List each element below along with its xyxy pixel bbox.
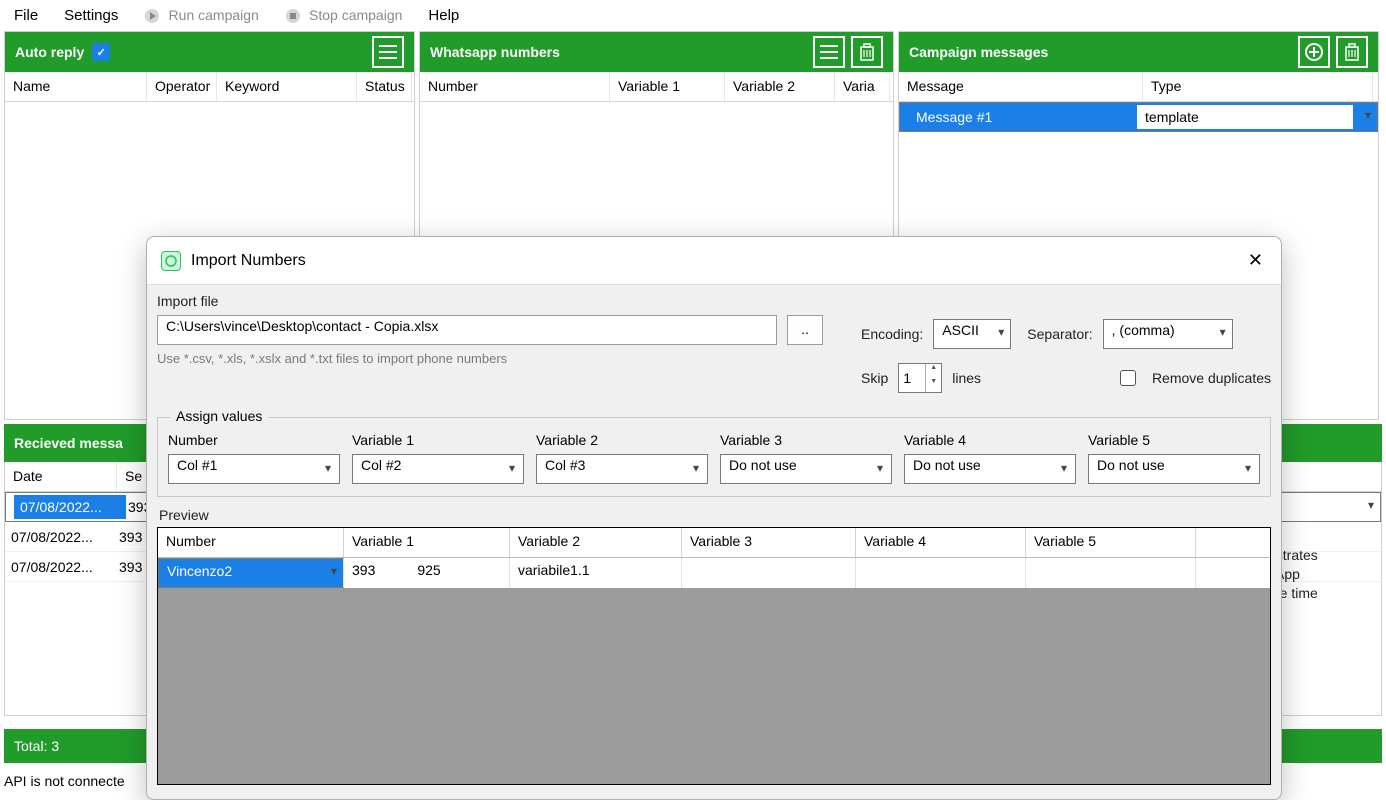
- trash-icon[interactable]: [1336, 36, 1368, 68]
- assign-select-v4[interactable]: Do not use: [904, 454, 1076, 484]
- panel-auto-reply-header: Auto reply ✓: [5, 32, 414, 72]
- skip-spinner[interactable]: ▲▼: [898, 363, 942, 393]
- menu-stop-label: Stop campaign: [309, 7, 402, 23]
- assign-select-v5[interactable]: Do not use: [1088, 454, 1260, 484]
- col-message[interactable]: Message: [899, 72, 1143, 101]
- col-variable-3[interactable]: Varia: [835, 72, 890, 101]
- add-icon[interactable]: [1298, 36, 1330, 68]
- preview-cell-v4: [856, 558, 1026, 588]
- col-variable-2[interactable]: Variable 2: [725, 72, 835, 101]
- cell-type: template: [1137, 105, 1353, 129]
- preview-cell-v3: [682, 558, 856, 588]
- separator-select[interactable]: , (comma): [1103, 319, 1233, 349]
- browse-button[interactable]: ..: [787, 315, 823, 345]
- encoding-label: Encoding:: [861, 326, 923, 342]
- col-type[interactable]: Type: [1143, 72, 1373, 101]
- assign-label-v5: Variable 5: [1088, 432, 1260, 448]
- remove-duplicates-checkbox[interactable]: [1120, 370, 1136, 386]
- play-icon: [144, 8, 160, 24]
- stop-icon: [285, 8, 301, 24]
- preview-columns: Number Variable 1 Variable 2 Variable 3 …: [158, 528, 1270, 558]
- col-operator[interactable]: Operator: [147, 72, 217, 101]
- status-text: API is not connecte: [4, 773, 125, 789]
- col-keyword[interactable]: Keyword: [217, 72, 357, 101]
- preview-col-v5[interactable]: Variable 5: [1026, 528, 1196, 557]
- panel-whatsapp-header: Whatsapp numbers: [420, 32, 893, 72]
- preview-cell-v5: [1026, 558, 1196, 588]
- menu-help[interactable]: Help: [422, 3, 465, 28]
- preview-cell-number: Vincenzo2: [158, 558, 344, 588]
- preview-v1-prefix: 393: [352, 562, 375, 578]
- preview-v1-suffix: 925: [417, 562, 440, 578]
- app-logo-icon: [161, 251, 181, 271]
- menu-run-campaign[interactable]: Run campaign: [138, 3, 264, 28]
- file-path-input[interactable]: C:\Users\vince\Desktop\contact - Copia.x…: [157, 315, 777, 345]
- dialog-titlebar: Import Numbers ✕: [147, 237, 1281, 285]
- dialog-title: Import Numbers: [191, 252, 1244, 270]
- preview-col-v3[interactable]: Variable 3: [682, 528, 856, 557]
- panel-campaign-title: Campaign messages: [909, 44, 1048, 60]
- assign-label-number: Number: [168, 432, 340, 448]
- table-row[interactable]: Message #1 template: [899, 102, 1378, 132]
- encoding-select[interactable]: ASCII: [933, 319, 1011, 349]
- preview-row[interactable]: Vincenzo2 393 925 variabile1.1: [158, 558, 1270, 588]
- cell-date: 07/08/2022...: [14, 495, 126, 519]
- assign-values-fieldset: Assign values NumberCol #1 Variable 1Col…: [157, 417, 1271, 497]
- campaign-columns: Message Type: [899, 72, 1378, 102]
- preview-col-v2[interactable]: Variable 2: [510, 528, 682, 557]
- received-title: Recieved messa: [14, 435, 123, 451]
- assign-select-v2[interactable]: Col #3: [536, 454, 708, 484]
- auto-reply-check-icon[interactable]: ✓: [92, 43, 110, 61]
- col-variable-1[interactable]: Variable 1: [610, 72, 725, 101]
- panel-campaign-header: Campaign messages: [899, 32, 1378, 72]
- whatsapp-columns: Number Variable 1 Variable 2 Varia: [420, 72, 893, 102]
- menu-run-label: Run campaign: [169, 7, 259, 23]
- separator-label: Separator:: [1027, 326, 1092, 342]
- file-hint: Use *.csv, *.xls, *.xslx and *.txt files…: [157, 351, 849, 366]
- cell-date: 07/08/2022...: [5, 525, 117, 549]
- skip-value-input[interactable]: [899, 364, 925, 392]
- cell-message: Message #1: [908, 105, 1137, 129]
- col-status[interactable]: Status: [357, 72, 412, 101]
- assign-label-v2: Variable 2: [536, 432, 708, 448]
- preview-col-v4[interactable]: Variable 4: [856, 528, 1026, 557]
- assign-select-v1[interactable]: Col #2: [352, 454, 524, 484]
- preview-col-number[interactable]: Number: [158, 528, 344, 557]
- preview-cell-v2: variabile1.1: [510, 558, 682, 588]
- col-name[interactable]: Name: [5, 72, 147, 101]
- assign-label-v1: Variable 1: [352, 432, 524, 448]
- preview-label: Preview: [159, 507, 1271, 523]
- trash-icon[interactable]: [851, 36, 883, 68]
- panel-whatsapp-title: Whatsapp numbers: [430, 44, 560, 60]
- col-number[interactable]: Number: [420, 72, 610, 101]
- remove-duplicates-label: Remove duplicates: [1152, 370, 1271, 386]
- totals-label: Total: 3: [14, 738, 59, 754]
- assign-select-v3[interactable]: Do not use: [720, 454, 892, 484]
- import-numbers-dialog: Import Numbers ✕ Import file C:\Users\vi…: [146, 236, 1282, 800]
- assign-label-v4: Variable 4: [904, 432, 1076, 448]
- assign-label-v3: Variable 3: [720, 432, 892, 448]
- import-file-label: Import file: [157, 293, 849, 309]
- preview-col-v1[interactable]: Variable 1: [344, 528, 510, 557]
- assign-select-number[interactable]: Col #1: [168, 454, 340, 484]
- menubar: File Settings Run campaign Stop campaign…: [0, 0, 1386, 31]
- assign-values-legend: Assign values: [170, 408, 268, 424]
- menu-file[interactable]: File: [8, 3, 44, 28]
- spinner-down-icon[interactable]: ▼: [926, 378, 941, 392]
- close-icon[interactable]: ✕: [1244, 246, 1267, 275]
- preview-grid: Number Variable 1 Variable 2 Variable 3 …: [157, 527, 1271, 785]
- panel-auto-reply-title: Auto reply: [15, 44, 84, 60]
- preview-cell-v1: 393 925: [344, 558, 510, 588]
- auto-reply-columns: Name Operator Keyword Status: [5, 72, 414, 102]
- lines-label: lines: [952, 370, 981, 386]
- skip-label: Skip: [861, 370, 888, 386]
- hamburger-icon[interactable]: [813, 36, 845, 68]
- col-date[interactable]: Date: [5, 462, 117, 491]
- spinner-up-icon[interactable]: ▲: [926, 364, 941, 378]
- cell-date: 07/08/2022...: [5, 555, 117, 579]
- hamburger-icon[interactable]: [372, 36, 404, 68]
- menu-stop-campaign[interactable]: Stop campaign: [279, 3, 409, 28]
- redacted-icon: [375, 563, 417, 579]
- menu-settings[interactable]: Settings: [58, 3, 124, 28]
